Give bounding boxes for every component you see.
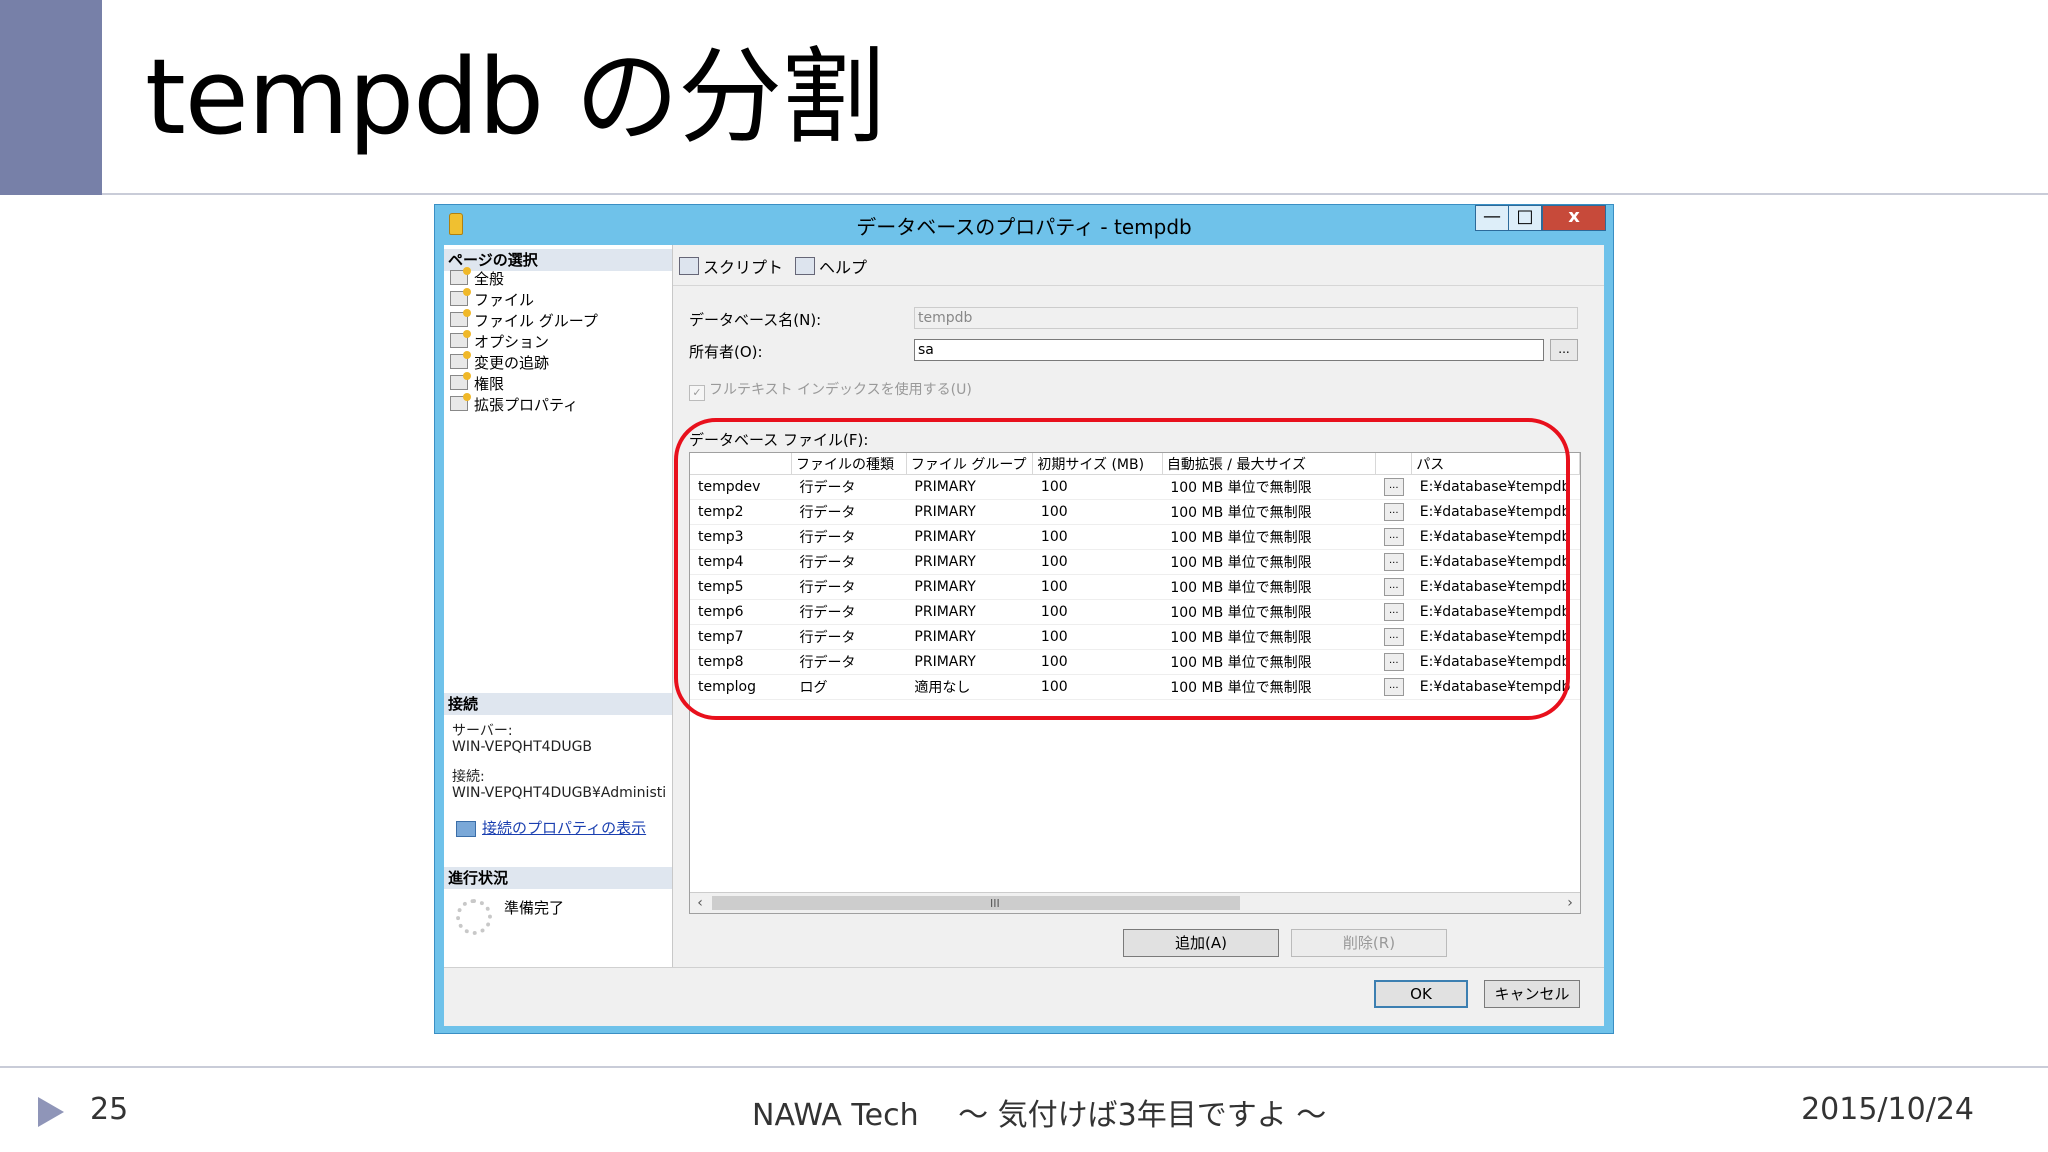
progress-spinner-icon bbox=[456, 899, 492, 935]
footer-divider bbox=[0, 1066, 2048, 1068]
database-name-field[interactable]: tempdb bbox=[914, 307, 1578, 329]
maximize-button[interactable]: □ bbox=[1508, 205, 1542, 231]
fulltext-checkbox[interactable]: ✓ フルテキスト インデックスを使用する(U) bbox=[689, 379, 972, 401]
toolbar: スクリプト ヘルプ bbox=[673, 245, 1604, 286]
page-item[interactable]: ファイル bbox=[450, 288, 535, 311]
progress-header: 進行状況 bbox=[444, 867, 672, 889]
remove-button[interactable]: 削除(R) bbox=[1291, 929, 1447, 957]
page-item-label: ファイル グループ bbox=[474, 312, 598, 330]
play-arrow-icon bbox=[38, 1097, 64, 1127]
close-button[interactable]: x bbox=[1542, 205, 1606, 231]
horizontal-scrollbar[interactable]: ‹ III › bbox=[690, 892, 1580, 913]
ok-button[interactable]: OK bbox=[1374, 980, 1468, 1008]
scroll-left-icon[interactable]: ‹ bbox=[690, 893, 710, 913]
slide-accent-bar bbox=[0, 0, 102, 195]
connection-properties-icon bbox=[456, 821, 476, 837]
title-divider bbox=[102, 193, 2048, 195]
owner-browse-button[interactable]: ... bbox=[1550, 339, 1578, 361]
page-item[interactable]: 権限 bbox=[450, 372, 505, 395]
page-icon bbox=[450, 288, 471, 306]
page-icon bbox=[450, 351, 471, 369]
footer-date: 2015/10/24 bbox=[1801, 1092, 1974, 1127]
page-icon bbox=[450, 309, 471, 327]
page-icon bbox=[450, 372, 471, 390]
minimize-button[interactable]: — bbox=[1475, 205, 1509, 231]
cancel-button[interactable]: キャンセル bbox=[1484, 980, 1580, 1008]
fulltext-checkbox-label: フルテキスト インデックスを使用する(U) bbox=[709, 382, 972, 398]
highlight-annotation bbox=[674, 418, 1570, 720]
owner-label: 所有者(O): bbox=[689, 343, 763, 361]
page-item[interactable]: オプション bbox=[450, 330, 550, 353]
page-item-label: 権限 bbox=[474, 375, 505, 393]
page-item-label: 変更の追跡 bbox=[474, 354, 550, 372]
script-icon bbox=[679, 257, 699, 275]
dialog-titlebar[interactable]: データベースのプロパティ - tempdb — □ x bbox=[435, 205, 1613, 243]
script-label: スクリプト bbox=[703, 258, 784, 277]
page-icon bbox=[450, 393, 471, 411]
view-connection-properties-link[interactable]: 接続のプロパティの表示 bbox=[482, 817, 646, 838]
owner-field[interactable]: sa bbox=[914, 339, 1544, 361]
page-number: 25 bbox=[90, 1092, 129, 1127]
page-item[interactable]: 全般 bbox=[450, 267, 505, 290]
page-item[interactable]: ファイル グループ bbox=[450, 309, 598, 332]
add-button[interactable]: 追加(A) bbox=[1123, 929, 1279, 957]
footer-text: NAWA Tech ～ 気付けば3年目ですよ ～ bbox=[752, 1098, 1327, 1133]
page-item-label: 全般 bbox=[474, 270, 505, 288]
page-item-label: オプション bbox=[474, 333, 550, 351]
connection-header: 接続 bbox=[444, 693, 672, 715]
checkmark-icon: ✓ bbox=[689, 385, 705, 401]
database-name-label: データベース名(N): bbox=[689, 311, 822, 329]
page-item-label: 拡張プロパティ bbox=[474, 396, 579, 414]
connection-value: WIN-VEPQHT4DUGB¥Administi bbox=[452, 785, 667, 801]
dialog-button-bar: OK キャンセル bbox=[444, 967, 1604, 1027]
help-button[interactable]: ヘルプ bbox=[795, 254, 867, 278]
left-pane: ページの選択 全般ファイルファイル グループ オプション変更の追跡権限拡張プロパテ… bbox=[444, 245, 673, 967]
slide-title: tempdb の分割 bbox=[145, 36, 885, 158]
help-icon bbox=[795, 257, 815, 275]
page-item[interactable]: 拡張プロパティ bbox=[450, 393, 579, 416]
select-page-header: ページの選択 bbox=[444, 249, 672, 271]
connection-label: 接続: bbox=[452, 769, 485, 785]
page-icon bbox=[450, 330, 471, 348]
page-icon bbox=[450, 267, 471, 285]
progress-status: 準備完了 bbox=[504, 899, 565, 917]
server-value: WIN-VEPQHT4DUGB bbox=[452, 739, 593, 755]
script-button[interactable]: スクリプト bbox=[679, 254, 806, 278]
scroll-grip: III bbox=[990, 897, 1000, 910]
scrollbar-thumb[interactable]: III bbox=[712, 896, 1240, 910]
dialog-title: データベースのプロパティ - tempdb bbox=[856, 215, 1192, 239]
page-item-label: ファイル bbox=[474, 291, 535, 309]
server-label: サーバー: bbox=[452, 723, 513, 739]
help-label: ヘルプ bbox=[819, 258, 868, 277]
scroll-right-icon[interactable]: › bbox=[1560, 893, 1580, 913]
page-item[interactable]: 変更の追跡 bbox=[450, 351, 550, 374]
